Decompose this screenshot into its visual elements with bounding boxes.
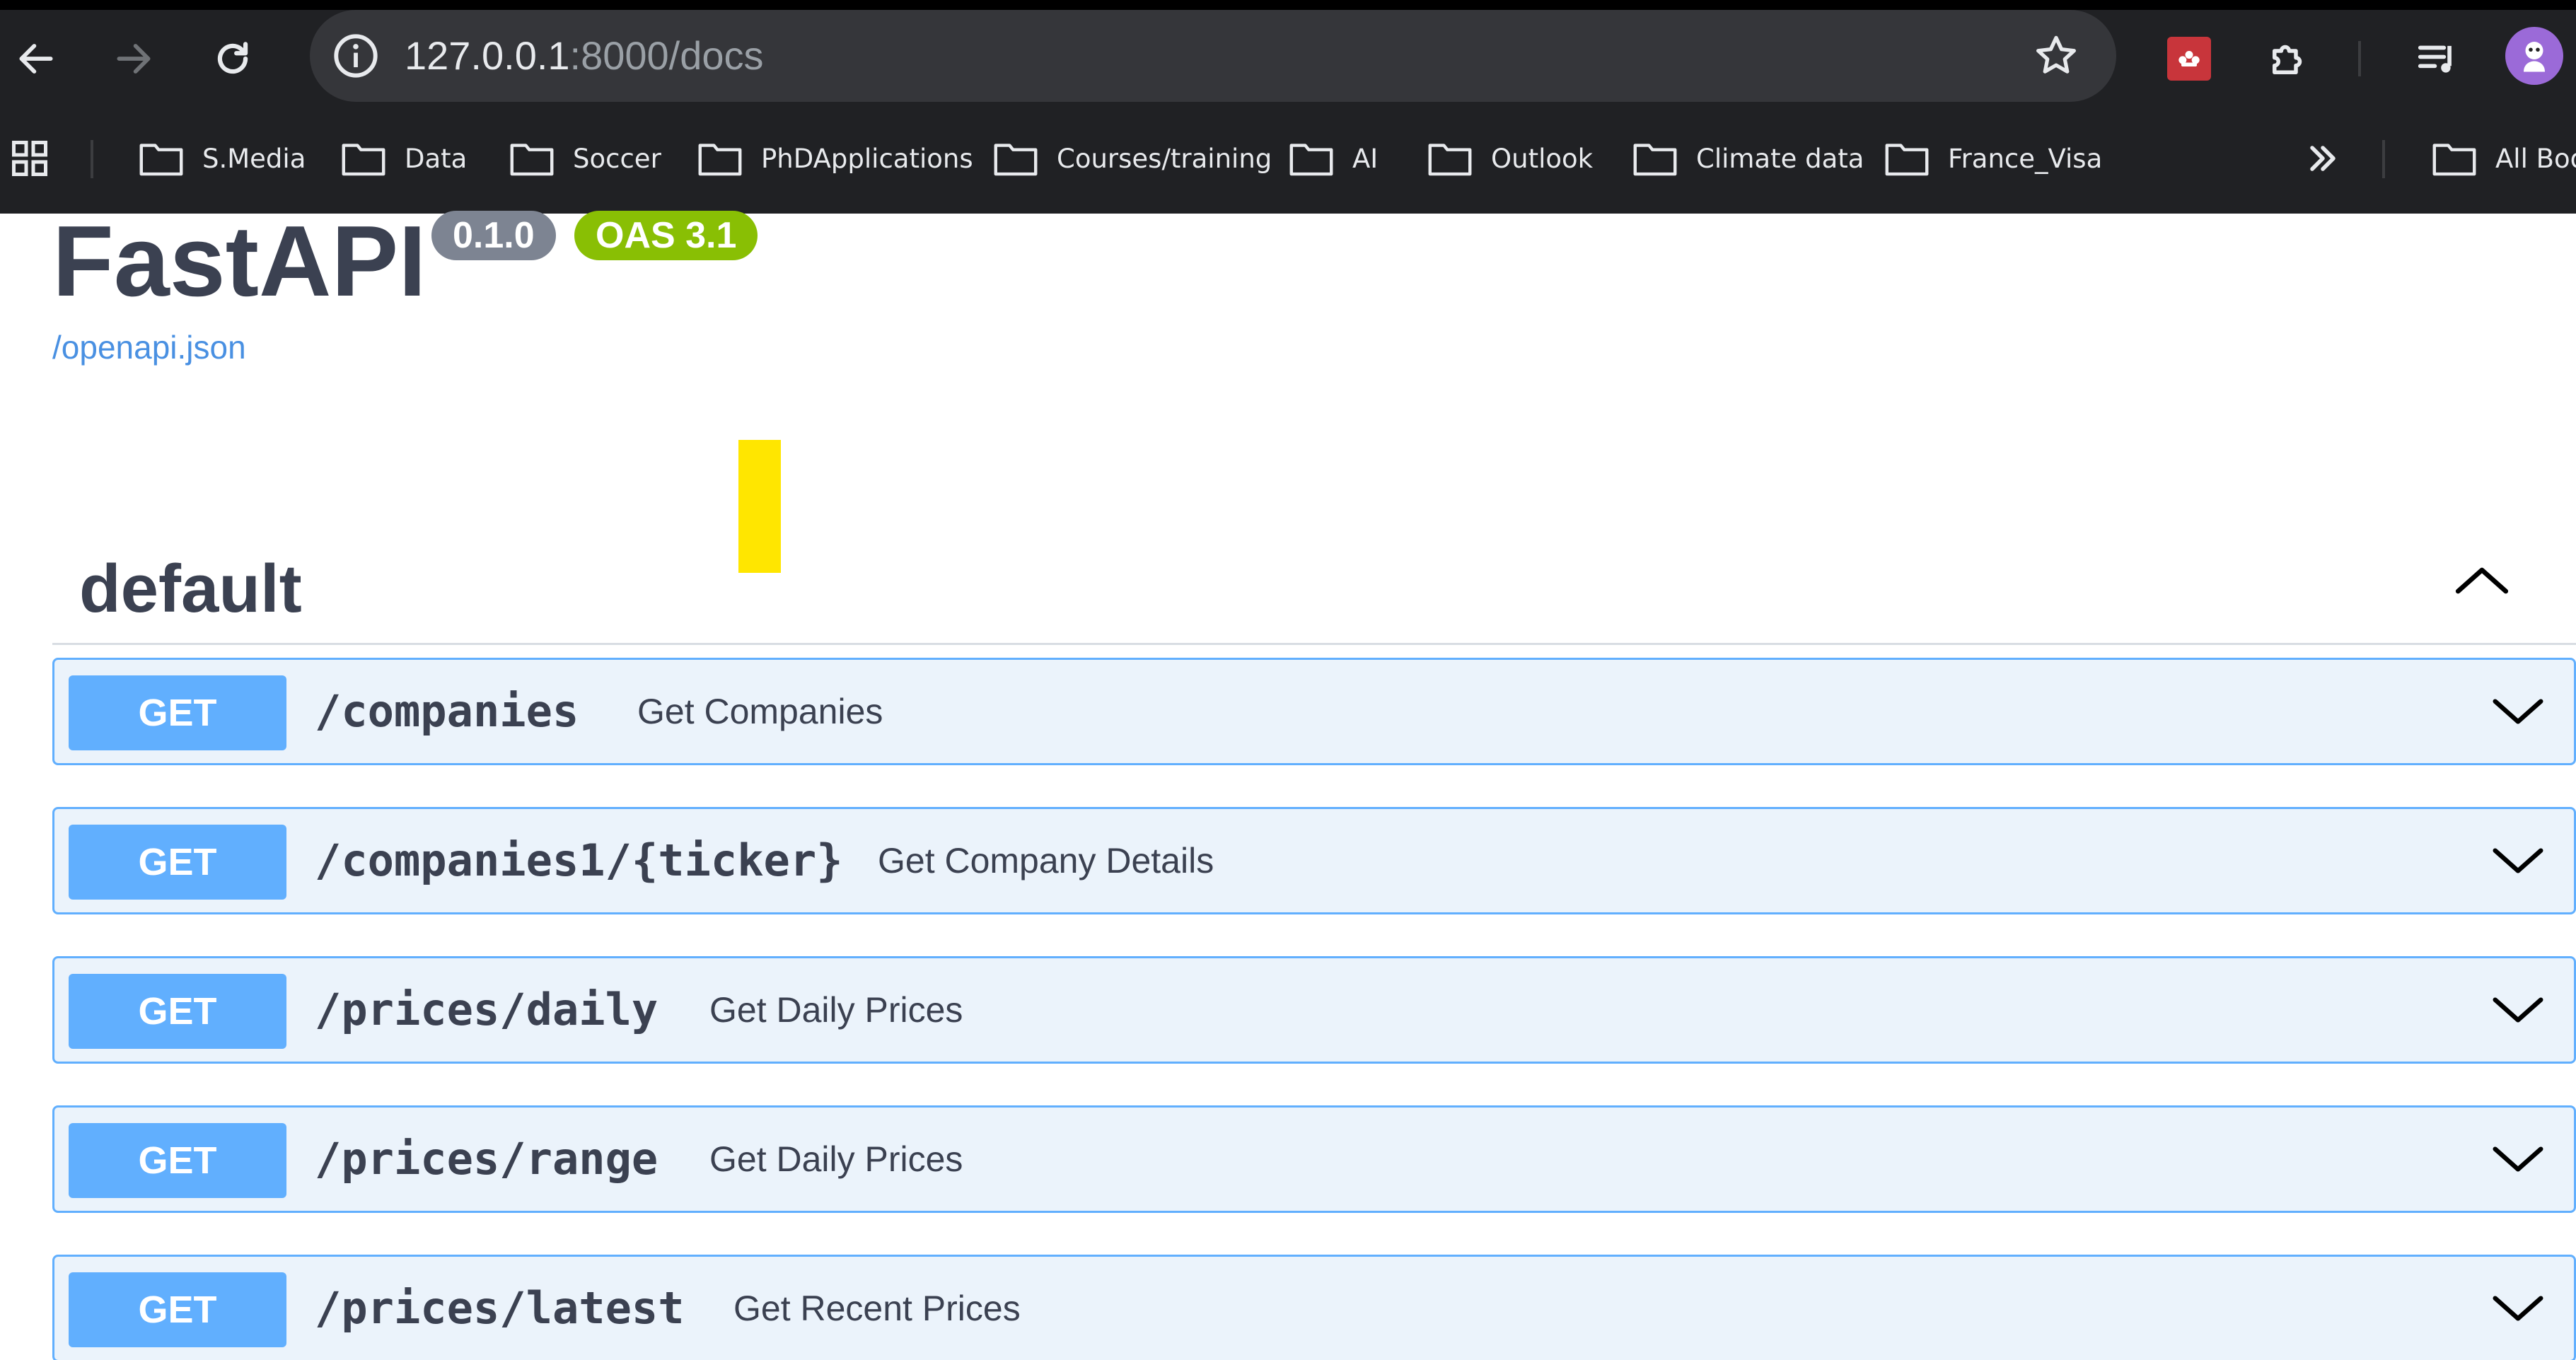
folder-icon xyxy=(1428,144,1472,176)
bookmark-label: PhDApplications xyxy=(761,143,973,174)
operation-get-prices-range[interactable]: GET /prices/range Get Daily Prices xyxy=(52,1105,2576,1213)
profile-icon xyxy=(2524,42,2545,72)
operation-summary: Get Companies xyxy=(637,692,883,731)
operation-summary: Get Company Details xyxy=(878,841,1214,880)
bookmark-label: Soccer xyxy=(573,143,661,174)
operation-path: /companies xyxy=(315,685,579,737)
operation-summary: Get Recent Prices xyxy=(733,1289,1021,1328)
info-icon[interactable] xyxy=(331,31,381,81)
all-bookmarks-button[interactable]: All Boo xyxy=(2432,123,2576,194)
operation-path: /prices/latest xyxy=(315,1282,685,1334)
method-badge: GET xyxy=(69,825,286,900)
bookmark-folder-soccer[interactable]: Soccer xyxy=(509,123,661,194)
bookmark-folder-phdapplications[interactable]: PhDApplications xyxy=(697,123,973,194)
folder-icon xyxy=(1289,144,1333,176)
bookmark-folder-ai[interactable]: AI xyxy=(1289,123,1378,194)
bookmark-label: France_Visa xyxy=(1948,143,2103,174)
toolbar-divider xyxy=(2358,41,2361,76)
operation-path: /companies1/{ticker} xyxy=(315,835,843,886)
folder-icon xyxy=(1885,144,1929,176)
back-button[interactable] xyxy=(4,27,68,91)
media-queue-button[interactable] xyxy=(2405,27,2468,91)
operation-get-companies[interactable]: GET /companies Get Companies xyxy=(52,658,2576,765)
method-badge: GET xyxy=(69,974,286,1049)
extensions-button[interactable] xyxy=(2256,27,2320,91)
all-bookmarks-label: All Boo xyxy=(2495,143,2576,174)
bookmark-folder-outlook[interactable]: Outlook xyxy=(1427,123,1593,194)
operation-path: /prices/daily xyxy=(315,984,658,1035)
chevron-down-icon[interactable] xyxy=(2488,1278,2548,1339)
folder-icon xyxy=(342,144,385,176)
folder-icon xyxy=(1633,144,1677,176)
bookmarks-bar: S.Media Data Soccer PhDApplications Cour… xyxy=(0,123,2576,194)
chevron-up-icon[interactable] xyxy=(2450,549,2514,612)
operation-summary: Get Daily Prices xyxy=(709,1139,963,1179)
bookmarks-divider xyxy=(91,140,93,178)
bookmark-folder-smedia[interactable]: S.Media xyxy=(139,123,306,194)
method-badge: GET xyxy=(69,1272,286,1347)
bookmark-label: Courses/training xyxy=(1057,143,1272,174)
reload-button[interactable] xyxy=(201,27,265,91)
operation-get-recent-prices[interactable]: GET /prices/latest Get Recent Prices xyxy=(52,1255,2576,1360)
tag-section-default[interactable]: default xyxy=(52,509,2576,645)
openapi-json-link[interactable]: /openapi.json xyxy=(52,328,246,366)
bookmark-label: S.Media xyxy=(202,143,306,174)
operation-get-company-details[interactable]: GET /companies1/{ticker} Get Company Det… xyxy=(52,807,2576,914)
star-icon[interactable] xyxy=(2031,31,2081,81)
bookmark-label: AI xyxy=(1352,143,1379,174)
bookmark-folder-france-visa[interactable]: France_Visa xyxy=(1884,123,2102,194)
puzzle-icon xyxy=(2273,45,2302,74)
bookmark-folder-data[interactable]: Data xyxy=(341,123,467,194)
media-queue-icon xyxy=(2418,45,2452,73)
forward-arrow-icon xyxy=(117,44,151,74)
bookmark-folder-courses[interactable]: Courses/training xyxy=(993,123,1272,194)
reload-icon xyxy=(217,42,248,74)
folder-icon xyxy=(510,144,554,176)
bookmarks-divider xyxy=(2382,140,2385,178)
method-badge: GET xyxy=(69,1123,286,1198)
back-arrow-icon xyxy=(19,44,53,74)
chevron-down-icon[interactable] xyxy=(2488,980,2548,1040)
address-bar[interactable]: 127.0.0.1:8000/docs xyxy=(310,10,2116,102)
browser-chrome: 127.0.0.1:8000/docs S.Media Data Soccer … xyxy=(0,0,2576,214)
chevron-down-icon[interactable] xyxy=(2488,1129,2548,1190)
more-bookmarks-icon[interactable] xyxy=(2302,137,2344,180)
avatar[interactable] xyxy=(2505,27,2563,85)
folder-icon xyxy=(2432,144,2476,176)
url-host: 127.0.0.1 xyxy=(405,33,570,78)
chevron-down-icon[interactable] xyxy=(2488,830,2548,891)
operation-path: /prices/range xyxy=(315,1133,658,1185)
bookmark-label: Data xyxy=(405,143,468,174)
folder-icon xyxy=(139,144,183,176)
chevron-down-icon[interactable] xyxy=(2488,681,2548,742)
url-text[interactable]: 127.0.0.1:8000/docs xyxy=(405,10,764,102)
mendeley-icon xyxy=(2167,37,2211,81)
folder-icon xyxy=(698,144,742,176)
bookmark-label: Outlook xyxy=(1491,143,1594,174)
folder-icon xyxy=(994,144,1038,176)
operation-summary: Get Daily Prices xyxy=(709,990,963,1030)
page-title: FastAPI xyxy=(52,205,427,318)
version-badge: 0.1.0 xyxy=(431,211,556,260)
operation-get-daily-prices[interactable]: GET /prices/daily Get Daily Prices xyxy=(52,956,2576,1064)
method-badge: GET xyxy=(69,675,286,750)
section-title: default xyxy=(79,551,302,627)
mendeley-extension[interactable] xyxy=(2157,27,2221,91)
forward-button[interactable] xyxy=(102,27,166,91)
oas-badge: OAS 3.1 xyxy=(574,211,758,260)
window-top-edge xyxy=(0,0,2576,10)
bookmark-label: Climate data xyxy=(1696,143,1864,174)
url-path: :8000/docs xyxy=(569,33,764,78)
bookmark-folder-climate-data[interactable]: Climate data xyxy=(1632,123,1864,194)
apps-grid-icon[interactable] xyxy=(8,137,51,180)
